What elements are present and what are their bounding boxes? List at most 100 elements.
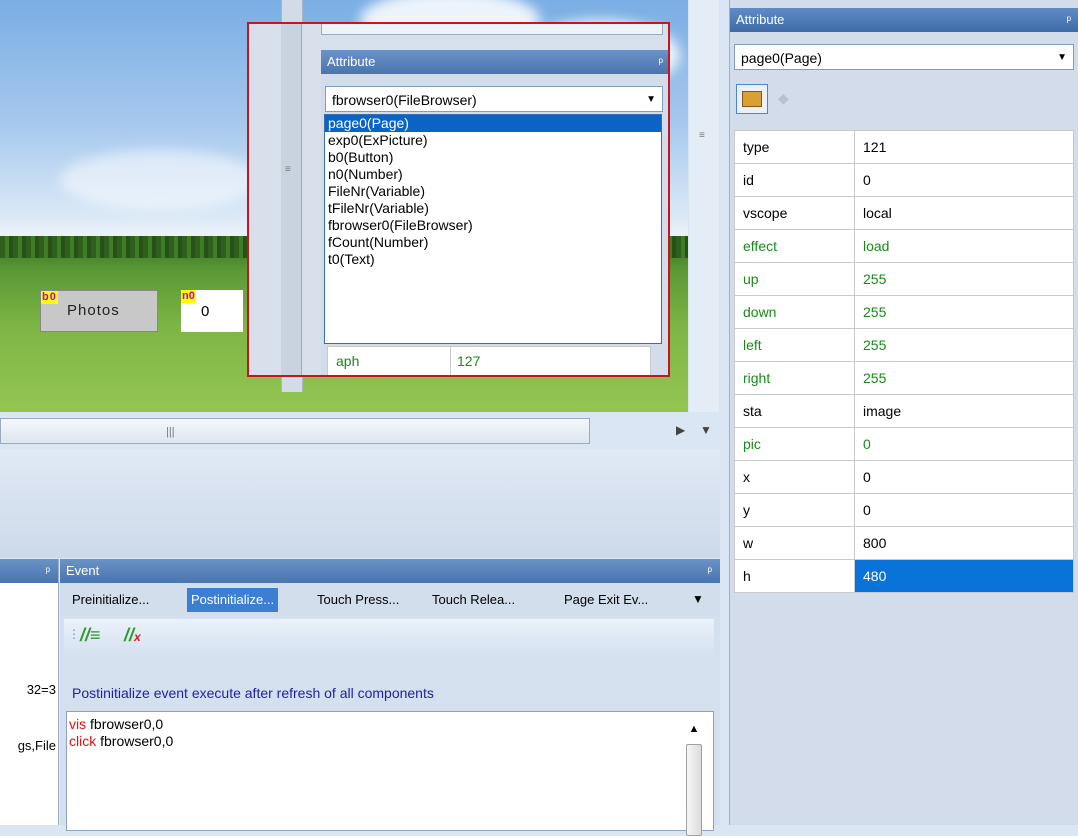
dropdown-option[interactable]: page0(Page) <box>325 115 661 132</box>
scroll-up-icon[interactable]: ▲ <box>685 720 703 738</box>
tab-page-exit[interactable]: Page Exit Ev... <box>560 588 652 612</box>
event-description: Postinitialize event execute after refre… <box>72 685 434 701</box>
number-value: 0 <box>201 303 210 320</box>
attribute-key: x <box>734 460 855 494</box>
categorized-view-button[interactable] <box>736 84 768 114</box>
tab-touch-release[interactable]: Touch Relea... <box>428 588 519 612</box>
comment-icon[interactable]: //≡ <box>80 625 101 646</box>
tab-touch-press[interactable]: Touch Press... <box>313 588 403 612</box>
code-editor[interactable]: vis fbrowser0,0 click fbrowser0,0 ▲ <box>66 711 714 836</box>
component-tag: n0 <box>181 290 196 303</box>
pin-icon[interactable]: ᵖ <box>45 559 50 583</box>
photos-button[interactable]: b0 Photos <box>40 290 158 332</box>
attribute-value[interactable]: 255 <box>854 361 1074 395</box>
panel-edge <box>321 24 663 35</box>
attribute-value[interactable]: 0 <box>854 427 1074 461</box>
attribute-row[interactable]: x0 <box>734 460 1074 494</box>
attribute-row[interactable]: sta image <box>734 394 1074 428</box>
tabs-overflow-icon[interactable]: ▼ <box>692 592 704 606</box>
attribute-value[interactable]: 0 <box>854 493 1074 527</box>
code-args: fbrowser0,0 <box>86 716 164 732</box>
dropdown-option[interactable]: t0(Text) <box>325 251 661 268</box>
dropdown-option[interactable]: FileNr(Variable) <box>325 183 661 200</box>
scroll-thumb[interactable] <box>686 744 702 836</box>
event-panel: Event ᵖ Preinitialize... Postinitialize.… <box>60 559 720 836</box>
properties-icon <box>742 91 762 107</box>
splitter-grip-icon: ≡ <box>699 130 705 141</box>
dropdown-option[interactable]: exp0(ExPicture) <box>325 132 661 149</box>
toolbar-grip-icon: ⋮ <box>68 627 80 641</box>
attribute-row[interactable]: h 480 <box>734 559 1074 593</box>
scroll-arrows[interactable]: ▶ ▼ <box>660 418 720 444</box>
tab-postinitialize[interactable]: Postinitialize... <box>187 588 279 612</box>
attribute-key: left <box>734 328 855 362</box>
attribute-value[interactable]: 480 <box>854 559 1074 593</box>
attribute-key: w <box>734 526 855 560</box>
attribute-row[interactable]: id 0 <box>734 163 1074 197</box>
attribute-row[interactable]: aph 127 <box>327 346 651 375</box>
attribute-key: right <box>734 361 855 395</box>
select-value: page0(Page) <box>741 50 822 66</box>
attribute-key: h <box>734 559 855 593</box>
uncomment-icon[interactable]: //x <box>124 625 141 646</box>
chevron-down-icon[interactable]: ▼ <box>646 87 656 113</box>
attribute-value[interactable]: 255 <box>854 262 1074 296</box>
attribute-value[interactable]: 121 <box>854 130 1074 164</box>
attribute-row[interactable]: up 255 <box>734 262 1074 296</box>
attribute-row[interactable]: y0 <box>734 493 1074 527</box>
attribute-value[interactable]: 0 <box>854 460 1074 494</box>
dropdown-option[interactable]: fCount(Number) <box>325 234 661 251</box>
attribute-value[interactable]: image <box>854 394 1074 428</box>
scroll-right-icon[interactable]: ▶ <box>676 423 685 437</box>
attribute-value[interactable]: 800 <box>854 526 1074 560</box>
dropdown-option[interactable]: b0(Button) <box>325 149 661 166</box>
horizontal-scrollbar[interactable]: ||| <box>0 418 590 444</box>
panel-title: Event <box>66 563 100 578</box>
attribute-value: 127 <box>450 347 480 375</box>
attribute-row[interactable]: right 255 <box>734 361 1074 395</box>
attribute-key: sta <box>734 394 855 428</box>
attribute-row[interactable]: vscope local <box>734 196 1074 230</box>
attribute-value[interactable]: load <box>854 229 1074 263</box>
panel-title: Attribute <box>736 12 785 27</box>
attribute-key: type <box>734 130 855 164</box>
pin-icon[interactable]: ᵖ <box>1066 8 1071 32</box>
pin-icon[interactable]: ᵖ <box>707 559 712 583</box>
output-line: gs,File <box>17 738 56 753</box>
tab-preinitialize[interactable]: Preinitialize... <box>68 588 153 612</box>
attribute-value[interactable]: local <box>854 196 1074 230</box>
pin-icon[interactable]: ᵖ <box>658 50 663 74</box>
attribute-popup: ≡ Attribute ᵖ fbrowser0(FileBrowser) ▼ p… <box>247 22 670 377</box>
attribute-key: up <box>734 262 855 296</box>
output-panel: ᵖ 32=3 gs,File <box>0 559 59 825</box>
dropdown-option[interactable]: tFileNr(Variable) <box>325 200 661 217</box>
attribute-row[interactable]: pic 0 <box>734 427 1074 461</box>
event-view-icon[interactable]: ◆ <box>778 90 789 107</box>
attribute-row[interactable]: down 255 <box>734 295 1074 329</box>
attribute-value[interactable]: 255 <box>854 295 1074 329</box>
select-value: fbrowser0(FileBrowser) <box>332 92 477 108</box>
attribute-toolbar: ◆ <box>734 80 1074 120</box>
event-tabs: Preinitialize... Postinitialize... Touch… <box>60 583 720 615</box>
attribute-row[interactable]: w 800 <box>734 526 1074 560</box>
dropdown-option[interactable]: fbrowser0(FileBrowser) <box>325 217 661 234</box>
panel-title: Attribute <box>327 54 376 69</box>
attribute-value[interactable]: 0 <box>854 163 1074 197</box>
component-dropdown-list[interactable]: page0(Page) exp0(ExPicture) b0(Button) n… <box>324 114 662 344</box>
attribute-table: type 121 id 0 vscope local effect load up 255 down… <box>734 130 1074 593</box>
scroll-down-icon[interactable]: ▼ <box>700 423 712 437</box>
editor-scrollbar[interactable]: ▲ <box>685 720 703 836</box>
page-select[interactable]: page0(Page) ▼ <box>734 44 1074 70</box>
chevron-down-icon[interactable]: ▼ <box>1057 45 1067 71</box>
attribute-key: vscope <box>734 196 855 230</box>
attribute-row[interactable]: left 255 <box>734 328 1074 362</box>
code-keyword: vis <box>69 716 87 732</box>
attribute-row[interactable]: type 121 <box>734 130 1074 164</box>
attribute-row[interactable]: effect load <box>734 229 1074 263</box>
number-component[interactable]: n0 0 <box>181 290 243 332</box>
attribute-value[interactable]: 255 <box>854 328 1074 362</box>
dropdown-option[interactable]: n0(Number) <box>325 166 661 183</box>
component-select[interactable]: fbrowser0(FileBrowser) ▼ <box>325 86 663 112</box>
vertical-scrollbar[interactable]: ≡ <box>689 0 719 412</box>
event-toolbar: ⋮ //≡ //x <box>64 619 714 657</box>
